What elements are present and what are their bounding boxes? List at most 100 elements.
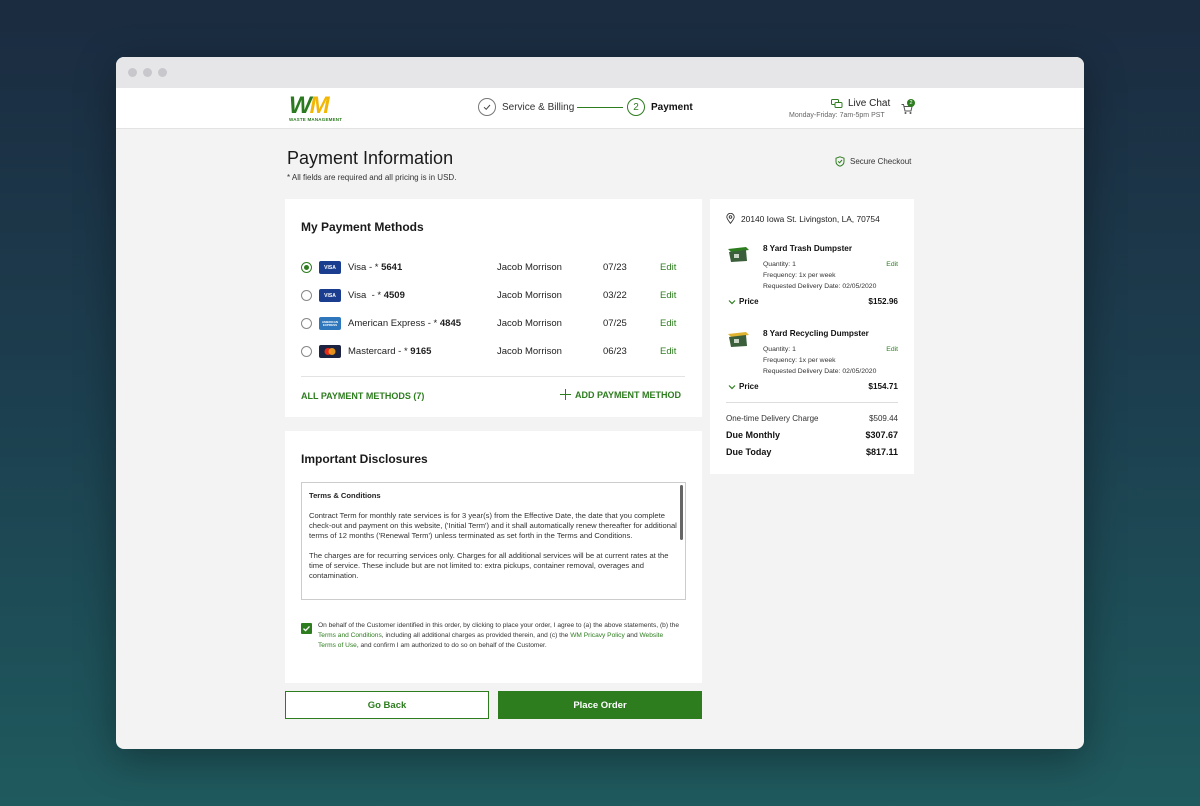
edit-card-link[interactable]: Edit [660,262,676,273]
due-today-row: Due Today $817.11 [726,447,898,457]
location-pin-icon [726,213,735,224]
terms-link[interactable]: Terms and Conditions [318,632,382,639]
due-today-label: Due Today [726,447,772,457]
payment-radio[interactable] [301,290,312,301]
agree-text: , and confirm I am authorized to do so o… [356,642,547,649]
payment-method-row[interactable]: VISA Visa - * 4509 Jacob Morrison 03/22 … [301,289,687,303]
payment-radio[interactable] [301,318,312,329]
add-payment-method-link[interactable]: ADD PAYMENT METHOD [560,389,681,400]
item-delivery-date: Requested Delivery Date: 02/05/2020 [763,368,877,375]
item-price: $152.96 [868,297,898,306]
check-icon [303,625,310,632]
wm-logo[interactable]: WM WASTE MANAGEMENT [289,94,351,123]
agree-text: and [624,632,640,639]
agree-checkbox[interactable] [301,623,312,634]
price-toggle[interactable]: Price [728,297,759,306]
agreement-text: On behalf of the Customer identified in … [318,621,681,651]
card-prefix: Visa - * [348,262,382,273]
service-address: 20140 Iowa St. Livingston, LA, 70754 [726,213,880,224]
page-title: Payment Information [287,148,454,168]
payment-radio[interactable] [301,262,312,273]
due-monthly-label: Due Monthly [726,430,780,440]
item-quantity: Quantity: 1 [763,346,796,353]
terms-scroll-box[interactable]: Terms & Conditions Contract Term for mon… [301,482,686,600]
payment-methods-heading: My Payment Methods [301,220,424,234]
payment-method-row[interactable]: AMERICAN EXPRESS American Express - * 48… [301,317,687,331]
scrollbar-thumb[interactable] [680,485,683,540]
delivery-charge-label: One-time Delivery Charge [726,414,819,423]
price-label: Price [739,382,759,391]
card-expiry: 06/23 [603,346,627,357]
price-toggle[interactable]: Price [728,382,759,391]
window-minimize-dot[interactable] [143,68,152,77]
card-name: Mastercard - * 9165 [348,346,431,357]
visa-icon: VISA [319,261,341,274]
edit-card-link[interactable]: Edit [660,318,676,329]
card-prefix: Visa - * [348,290,384,301]
window-titlebar [116,57,1084,88]
cart-button[interactable]: 2 [901,99,915,116]
item-quantity: Quantity: 1 [763,261,796,268]
check-icon [478,98,496,116]
go-back-button[interactable]: Go Back [285,691,489,719]
visa-icon: VISA [319,289,341,302]
place-order-button[interactable]: Place Order [498,691,702,719]
card-name: American Express - * 4845 [348,318,461,329]
address-text: 20140 Iowa St. Livingston, LA, 70754 [741,213,880,224]
site-header: WM WASTE MANAGEMENT Service & Billing 2 … [116,88,1084,129]
logo-m: M [309,92,330,119]
item-delivery-date: Requested Delivery Date: 02/05/2020 [763,283,877,290]
payment-method-row[interactable]: VISA Visa - * 5641 Jacob Morrison 07/23 … [301,261,687,275]
mastercard-icon [319,345,341,358]
edit-card-link[interactable]: Edit [660,346,676,357]
chat-icon [831,98,843,108]
card-prefix: Mastercard - * [348,346,411,357]
payment-method-row[interactable]: Mastercard - * 9165 Jacob Morrison 06/23… [301,345,687,359]
edit-item-link[interactable]: Edit [886,346,898,353]
support-hours: Monday-Friday: 7am-5pm PST [789,112,885,119]
card-expiry: 07/23 [603,262,627,273]
secure-checkout-label: Secure Checkout [850,157,912,166]
card-last4: 4509 [383,290,405,301]
edit-item-link[interactable]: Edit [886,261,898,268]
plus-icon [560,389,571,400]
card-last4: 4845 [439,318,462,329]
card-name: Visa - * 4509 [348,290,405,301]
agreement: On behalf of the Customer identified in … [301,621,681,651]
terms-title: Terms & Conditions [309,491,381,500]
card-expiry: 07/25 [603,318,627,329]
page-subtitle: * All fields are required and all pricin… [287,173,457,182]
live-chat-link[interactable]: Live Chat [831,98,890,109]
card-holder: Jacob Morrison [497,318,562,329]
window-close-dot[interactable] [128,68,137,77]
agree-text: On behalf of the Customer identified in … [318,622,680,629]
card-holder: Jacob Morrison [497,346,562,357]
item-name: 8 Yard Trash Dumpster [763,244,853,253]
chevron-down-icon [728,384,736,389]
item-name: 8 Yard Recycling Dumpster [763,329,869,338]
add-payment-method-label: ADD PAYMENT METHOD [575,389,682,400]
step-payment: 2 Payment [627,98,693,116]
delivery-charge-value: $509.44 [869,414,898,423]
window-maximize-dot[interactable] [158,68,167,77]
logo-w: W [289,92,312,119]
privacy-policy-link[interactable]: WM Pricavy Policy [570,632,625,639]
due-monthly-row: Due Monthly $307.67 [726,430,898,440]
edit-card-link[interactable]: Edit [660,290,676,301]
step-label: Payment [651,101,693,113]
terms-paragraph: Contract Term for monthly rate services … [309,511,677,540]
shield-icon [835,156,845,167]
cart-count-badge: 2 [907,99,915,107]
disclosures-heading: Important Disclosures [301,452,428,466]
live-chat-label: Live Chat [848,98,891,109]
payment-radio[interactable] [301,346,312,357]
item-price: $154.71 [868,382,898,391]
agree-text: , including all additional charges as pr… [381,632,571,639]
card-name: Visa - * 5641 [348,262,402,273]
all-payment-methods-link[interactable]: ALL PAYMENT METHODS (7) [301,391,424,401]
secure-checkout: Secure Checkout [835,156,911,167]
delivery-charge-row: One-time Delivery Charge $509.44 [726,414,898,423]
item-frequency: Frequency: 1x per week [763,357,836,364]
card-prefix: American Express - * [348,318,440,329]
step-service-billing[interactable]: Service & Billing [478,98,574,116]
